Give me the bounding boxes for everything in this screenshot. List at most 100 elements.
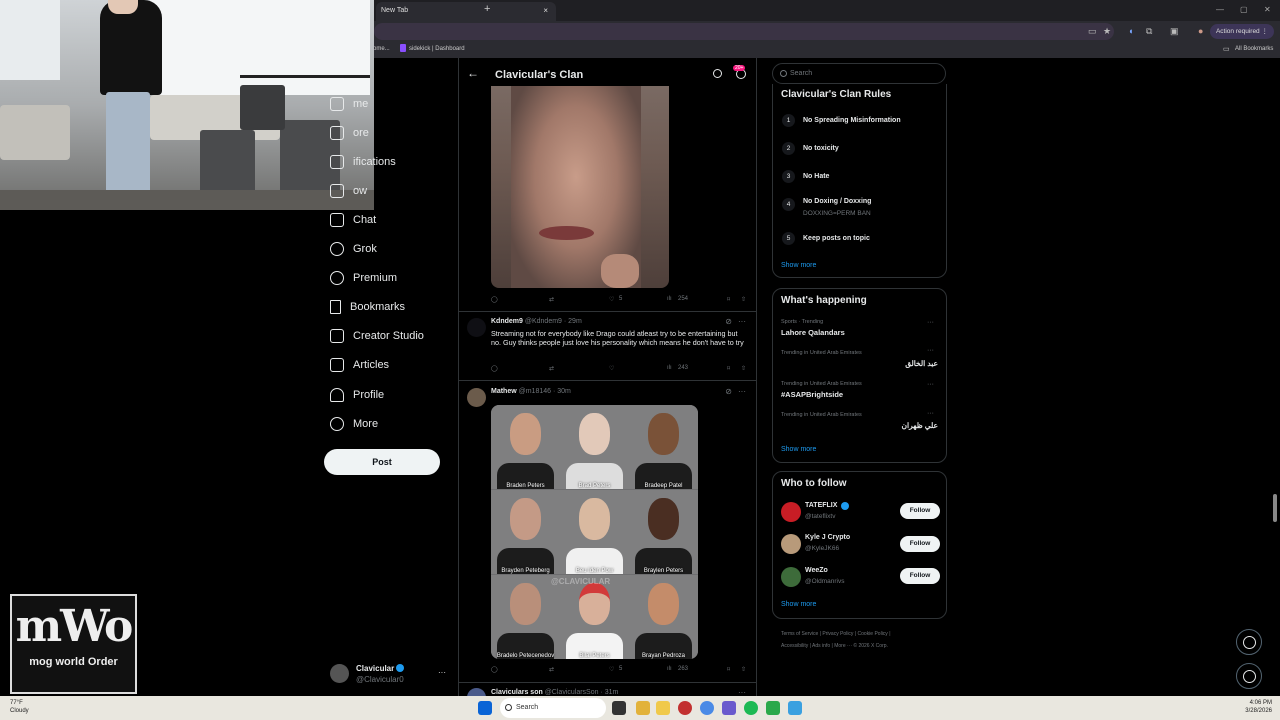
trend-name[interactable]: عبد الخالق [905, 359, 938, 368]
post-video[interactable] [491, 86, 669, 288]
footer-link[interactable]: Ads info [812, 643, 830, 649]
footer-link[interactable]: Accessibility [781, 643, 808, 649]
footer-link[interactable]: Privacy Policy [822, 631, 853, 637]
browser-icon[interactable] [700, 701, 714, 715]
avatar[interactable] [781, 502, 801, 522]
follow-name[interactable]: Kyle J Crypto [805, 534, 850, 541]
tab-new-tab[interactable]: New Tab × [376, 2, 556, 21]
author-name[interactable]: Mathew [491, 388, 517, 395]
address-bar[interactable] [374, 23, 1114, 40]
sidebar-icon[interactable]: ▣ [1170, 26, 1179, 37]
maximize-icon[interactable]: ▢ [1240, 5, 1248, 14]
repost-icon[interactable]: ⇄ [549, 296, 554, 303]
app-icon[interactable] [788, 701, 802, 715]
account-more-icon[interactable]: ··· [438, 668, 446, 677]
nav-more[interactable]: More [330, 413, 378, 435]
footer-link[interactable]: More ··· [834, 643, 852, 649]
repost-icon[interactable]: ⇄ [549, 365, 554, 372]
footer-link[interactable]: Terms of Service [781, 631, 818, 637]
nav-notifications[interactable]: ifications [330, 151, 396, 173]
follow-button[interactable]: Follow [900, 568, 940, 584]
share-icon[interactable]: ⇧ [741, 296, 746, 303]
windows-start-icon[interactable] [478, 701, 492, 715]
audio-icon[interactable]: ◖ [1128, 26, 1133, 36]
nav-explore[interactable]: ore [330, 122, 369, 144]
share-icon[interactable]: ⇧ [741, 365, 746, 372]
profile-avatar-icon[interactable]: ● [1198, 26, 1203, 36]
screen-cast-icon[interactable]: ▭ [1088, 26, 1097, 37]
action-required-button[interactable]: Action required ⋮ [1209, 24, 1274, 39]
follow-name[interactable]: WeeZo [805, 567, 828, 574]
reply-icon[interactable]: ◯ [491, 365, 498, 372]
grok-fab[interactable] [1236, 629, 1262, 655]
nav-home[interactable]: me [330, 93, 368, 115]
nav-follow[interactable]: ow [330, 180, 367, 202]
footer-link[interactable]: Cookie Policy [858, 631, 888, 637]
messages-fab[interactable] [1236, 663, 1262, 689]
like-icon[interactable]: ♡ [609, 666, 614, 673]
avatar[interactable] [781, 567, 801, 587]
follow-button[interactable]: Follow [900, 536, 940, 552]
bookmark-icon[interactable]: ⌑ [727, 296, 730, 303]
nav-premium[interactable]: Premium [330, 267, 397, 289]
spotify-icon[interactable] [744, 701, 758, 715]
post-image[interactable]: Braden Peters Brad Peters Bradeep Patel … [491, 405, 698, 659]
follow-button[interactable]: Follow [900, 503, 940, 519]
taskbar-search[interactable]: Search [500, 698, 606, 718]
trend-name[interactable]: #ASAPBrightside [781, 390, 843, 399]
account-switcher[interactable]: Clavicular @Clavicular0 ··· [330, 660, 452, 688]
follow-name[interactable]: TATEFLIX [805, 502, 837, 509]
post-more-icon[interactable]: ··· [738, 317, 746, 326]
trend-more-icon[interactable]: ··· [927, 319, 934, 326]
trend-name[interactable]: Lahore Qalandars [781, 328, 845, 337]
trends-show-more[interactable]: Show more [781, 446, 816, 453]
trend-name[interactable]: علي ظهران [902, 421, 938, 430]
system-tray[interactable]: 4:06 PM 3/28/2026 [1245, 699, 1272, 715]
all-bookmarks[interactable]: All Bookmarks [1235, 46, 1273, 52]
bookmark-item[interactable]: sidekick | Dashboard [409, 46, 465, 52]
nav-grok[interactable]: Grok [330, 238, 377, 260]
obs-icon[interactable] [678, 701, 692, 715]
trend-more-icon[interactable]: ··· [927, 381, 934, 388]
post-more-icon[interactable]: ··· [738, 387, 746, 396]
close-window-icon[interactable]: ✕ [1264, 5, 1271, 14]
nav-chat[interactable]: Chat [330, 209, 376, 231]
app-icon[interactable] [722, 701, 736, 715]
back-arrow-icon[interactable]: ← [467, 66, 479, 80]
grok-icon[interactable]: ⊘ [725, 317, 732, 326]
avatar[interactable] [467, 688, 486, 696]
search-icon[interactable] [713, 69, 722, 78]
weather-widget[interactable]: 77°F Cloudy [10, 699, 29, 715]
search-input[interactable]: Search [772, 63, 946, 84]
file-explorer-icon[interactable] [656, 701, 670, 715]
app-icon[interactable] [766, 701, 780, 715]
grok-icon[interactable]: ⊘ [725, 387, 732, 396]
chrome-icon[interactable] [636, 701, 650, 715]
author-name[interactable]: Claviculars son [491, 689, 543, 696]
new-tab-button[interactable]: + [484, 3, 490, 15]
post-more-icon[interactable]: ··· [738, 688, 746, 696]
like-icon[interactable]: ♡ [609, 296, 614, 303]
tab-close-icon[interactable]: × [543, 6, 548, 15]
avatar[interactable] [781, 534, 801, 554]
reply-icon[interactable]: ◯ [491, 666, 498, 673]
task-view-icon[interactable] [612, 701, 626, 715]
scrollbar[interactable] [1273, 494, 1277, 522]
bookmark-icon[interactable]: ⌑ [727, 666, 730, 673]
star-icon[interactable]: ★ [1103, 26, 1111, 37]
wtf-show-more[interactable]: Show more [781, 601, 816, 608]
nav-bookmarks[interactable]: Bookmarks [330, 296, 405, 318]
trend-more-icon[interactable]: ··· [927, 410, 934, 417]
minimize-icon[interactable]: — [1216, 5, 1224, 14]
extensions-icon[interactable]: ⧉ [1146, 26, 1152, 37]
avatar[interactable] [467, 318, 486, 337]
bookmark-icon[interactable]: ⌑ [727, 365, 730, 372]
rules-show-more[interactable]: Show more [781, 262, 816, 269]
avatar[interactable] [467, 388, 486, 407]
nav-creator-studio[interactable]: Creator Studio [330, 325, 424, 347]
post-button[interactable]: Post [324, 449, 440, 475]
repost-icon[interactable]: ⇄ [549, 666, 554, 673]
author-name[interactable]: Kdndem9 [491, 318, 523, 325]
like-icon[interactable]: ♡ [609, 365, 614, 372]
nav-articles[interactable]: Articles [330, 354, 389, 376]
